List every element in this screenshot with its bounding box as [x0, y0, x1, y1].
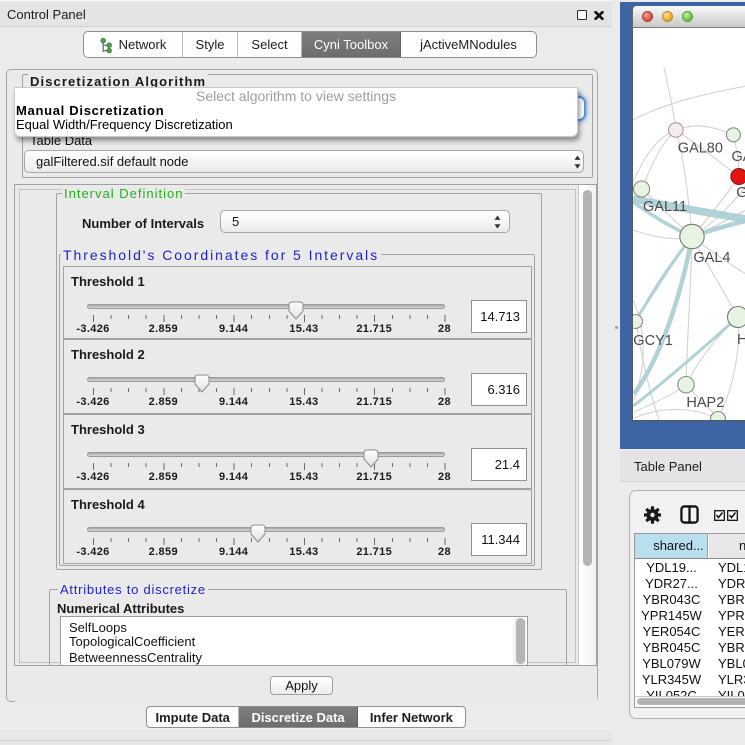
svg-text:GCY1: GCY1: [633, 333, 673, 349]
svg-text:GAL11: GAL11: [643, 199, 687, 215]
svg-text:HI: HI: [737, 332, 745, 348]
svg-text:GAL80: GAL80: [678, 141, 723, 157]
svg-text:GAL1: GAL1: [732, 149, 745, 165]
svg-text:G: G: [736, 185, 745, 201]
svg-text:HAP2: HAP2: [686, 395, 724, 411]
svg-text:GAL4: GAL4: [693, 250, 730, 266]
